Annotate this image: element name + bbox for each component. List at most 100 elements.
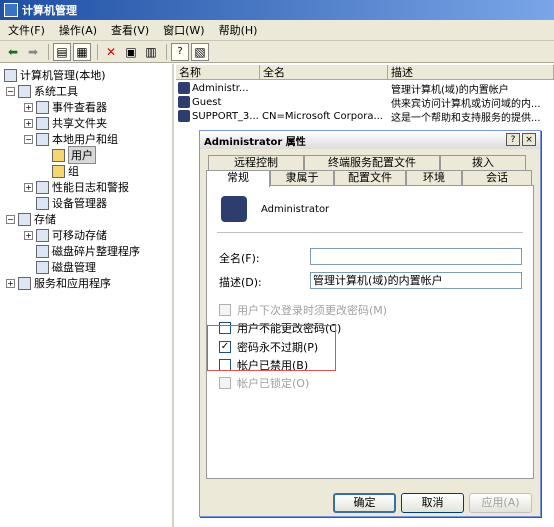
fullname-input[interactable] xyxy=(310,248,522,265)
tree-item-label: 用户 xyxy=(68,146,96,164)
user-description: 这是一个帮助和支持服务的提供... xyxy=(391,112,541,124)
tree-item-storage[interactable]: − 存储 xyxy=(6,211,56,227)
column-header-name[interactable]: 名称 xyxy=(176,65,260,80)
table-row[interactable]: Guest 供来宾访问计算机或访问域的内... xyxy=(178,95,554,110)
menu-view[interactable]: 查看(V) xyxy=(105,22,155,38)
tree-item-local-users-groups[interactable]: − 本地用户和组 xyxy=(24,131,118,147)
computer-icon xyxy=(4,68,17,82)
table-row[interactable]: SUPPORT_3... CN=Microsoft Corpora... 这是一… xyxy=(178,109,554,124)
removable-storage-icon xyxy=(36,228,49,242)
user-name: Guest xyxy=(192,96,222,108)
tree-item-groups[interactable]: 组 xyxy=(52,163,79,179)
tree-item-label: 组 xyxy=(68,165,79,178)
tree-item-label: 磁盘碎片整理程序 xyxy=(52,245,140,258)
disk-management-icon xyxy=(36,260,49,274)
tree-item-label: 设备管理器 xyxy=(52,197,107,210)
user-description: 供来宾访问计算机或访问域的内... xyxy=(391,98,541,110)
defrag-icon xyxy=(36,244,49,258)
checkbox-label: 用户下次登录时须更改密码(M) xyxy=(237,304,388,317)
shared-folder-icon xyxy=(36,116,49,130)
toolbar: ⬅ ➡ ▤ ▦ ✕ ▣ ▥ ? ▧ xyxy=(0,41,554,63)
help-icon[interactable]: ? xyxy=(171,42,189,61)
tree-item-disk-defragmenter[interactable]: 磁盘碎片整理程序 xyxy=(36,243,140,259)
tree-item-removable-storage[interactable]: + 可移动存储 xyxy=(24,227,107,243)
tab-environment[interactable]: 环境 xyxy=(406,170,462,185)
tools-icon xyxy=(18,84,31,98)
toolbar-separator xyxy=(166,43,167,60)
computer-management-icon xyxy=(4,3,18,17)
expand-icon[interactable]: + xyxy=(24,182,33,192)
back-arrow-icon[interactable]: ⬅ xyxy=(4,43,22,61)
tree-item-shared-folders[interactable]: + 共享文件夹 xyxy=(24,115,107,131)
console-icon[interactable]: ▧ xyxy=(191,42,209,61)
tree-item-label: 存储 xyxy=(34,213,56,226)
expand-icon[interactable]: + xyxy=(24,102,33,112)
tab-profile[interactable]: 配置文件 xyxy=(334,170,406,185)
tree-item-label: 可移动存储 xyxy=(52,229,107,242)
properties-icon[interactable]: ▣ xyxy=(122,43,140,61)
checkbox-must-change-password[interactable]: 用户下次登录时须更改密码(M) xyxy=(219,302,387,318)
tree-item-label: 事件查看器 xyxy=(52,101,107,114)
tree-item-disk-management[interactable]: 磁盘管理 xyxy=(36,259,96,275)
close-button[interactable]: × xyxy=(522,133,536,146)
tree-pane: 计算机管理(本地) − 系统工具 + 事件查看器 + 共享文件夹 − 本地用户和… xyxy=(0,64,174,527)
storage-icon xyxy=(18,212,31,226)
tab-member-of[interactable]: 隶属于 xyxy=(270,170,334,185)
tree-item-event-viewer[interactable]: + 事件查看器 xyxy=(24,99,107,115)
collapse-icon[interactable]: − xyxy=(24,134,33,144)
column-header-fullname[interactable]: 全名 xyxy=(260,65,388,80)
checkbox[interactable] xyxy=(219,377,231,389)
menu-file[interactable]: 文件(F) xyxy=(2,22,51,38)
toolbar-separator xyxy=(48,43,49,60)
cancel-button[interactable]: 取消 xyxy=(401,493,464,513)
tree-item-system-tools[interactable]: − 系统工具 xyxy=(6,83,78,99)
delete-icon[interactable]: ✕ xyxy=(102,43,120,61)
expand-icon[interactable]: + xyxy=(6,278,15,288)
window-title: 计算机管理 xyxy=(22,4,77,17)
forward-arrow-icon[interactable]: ➡ xyxy=(24,43,42,61)
show-tree-icon[interactable]: ▦ xyxy=(73,42,91,61)
table-row[interactable]: Administr... 管理计算机(域)的内置帐户 xyxy=(178,81,554,96)
collapse-icon[interactable]: − xyxy=(6,86,15,96)
description-input[interactable]: 管理计算机(域)的内置帐户 xyxy=(310,272,522,289)
window-title-bar[interactable]: 计算机管理 xyxy=(0,0,554,20)
fullname-label: 全名(F): xyxy=(219,252,260,265)
help-button[interactable]: ? xyxy=(506,133,520,146)
tree-item-performance-logs[interactable]: + 性能日志和警报 xyxy=(24,179,129,195)
checkbox-account-locked[interactable]: 帐户已锁定(O) xyxy=(219,375,309,391)
ok-button[interactable]: 确定 xyxy=(333,493,396,513)
tree-item-label: 计算机管理(本地) xyxy=(20,69,106,82)
user-icon xyxy=(178,96,190,108)
tree-item-device-manager[interactable]: 设备管理器 xyxy=(36,195,107,211)
tree-item-services-applications[interactable]: + 服务和应用程序 xyxy=(6,275,111,291)
menu-action[interactable]: 操作(A) xyxy=(53,22,103,38)
menu-help[interactable]: 帮助(H) xyxy=(213,22,264,38)
apply-button[interactable]: 应用(A) xyxy=(469,493,532,513)
column-header-description[interactable]: 描述 xyxy=(388,65,554,80)
tree-item-label: 磁盘管理 xyxy=(52,261,96,274)
export-list-icon[interactable]: ▥ xyxy=(142,43,160,61)
menu-window[interactable]: 窗口(W) xyxy=(157,22,210,38)
highlight-box xyxy=(207,325,336,371)
user-fullname: CN=Microsoft Corpora... xyxy=(262,110,383,122)
tab-sessions[interactable]: 会话 xyxy=(462,170,532,185)
tree-item-computer-management[interactable]: 计算机管理(本地) xyxy=(4,67,106,83)
tree-item-label: 系统工具 xyxy=(34,85,78,98)
tab-dial-in[interactable]: 拨入 xyxy=(440,155,526,170)
expand-icon[interactable]: + xyxy=(24,230,33,240)
checkbox-label: 帐户已锁定(O) xyxy=(237,377,310,390)
tree-item-label: 本地用户和组 xyxy=(52,133,118,146)
tree-item-users[interactable]: 用户 xyxy=(52,146,96,164)
tree-item-label: 性能日志和警报 xyxy=(52,181,129,194)
up-folder-icon[interactable]: ▤ xyxy=(53,42,71,61)
description-label: 描述(D): xyxy=(219,276,262,289)
tab-general[interactable]: 常规 xyxy=(206,170,270,187)
checkbox[interactable] xyxy=(219,304,231,316)
expand-icon[interactable]: + xyxy=(24,118,33,128)
dialog-title-bar[interactable]: Administrator 属性 xyxy=(200,131,540,149)
collapse-icon[interactable]: − xyxy=(6,214,15,224)
toolbar-separator xyxy=(97,43,98,60)
tab-remote-control[interactable]: 远程控制 xyxy=(208,155,304,170)
tab-terminal-services-profile[interactable]: 终端服务配置文件 xyxy=(304,155,440,170)
folder-icon xyxy=(52,164,65,178)
